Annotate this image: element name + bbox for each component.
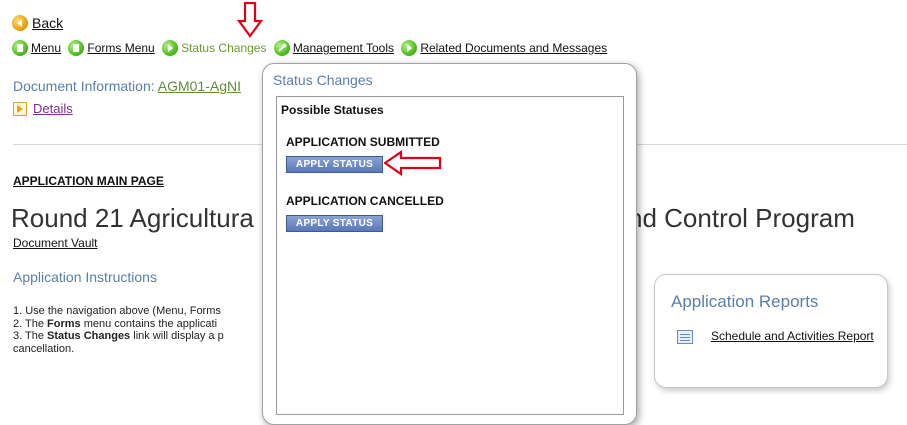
status-name-submitted: APPLICATION SUBMITTED [286, 135, 440, 149]
page-title-continued: nd Control Program [628, 203, 855, 233]
nav-item-menu[interactable]: Menu [12, 40, 61, 56]
navigation-bar: Menu Forms Menu Status Changes Managemen… [12, 40, 611, 56]
document-information: Document Information: AGM01-AgNI [13, 78, 241, 94]
possible-statuses-label: Possible Statuses [281, 103, 384, 117]
nav-item-management-tools[interactable]: Management Tools [273, 40, 394, 56]
nav-item-forms-menu[interactable]: Forms Menu [68, 40, 155, 56]
nav-item-label: Menu [31, 41, 62, 55]
report-link-label: Schedule and Activities Report [711, 329, 874, 343]
instruction-line: cancellation. [13, 342, 75, 355]
reports-title: Application Reports [671, 292, 819, 311]
instructions-text: 1. Use the navigation above (Menu, Forms… [13, 305, 224, 355]
instruction-line: 3. The Status Changes link will display … [13, 330, 224, 342]
annotation-left-arrow-icon [384, 150, 442, 176]
nav-item-related-documents[interactable]: Related Documents and Messages [401, 40, 607, 56]
instruction-line: 2. The Forms menu contains the applicati [13, 317, 218, 330]
application-reports-panel: Application Reports Schedule and Activit… [654, 274, 888, 388]
nav-item-label: Forms Menu [87, 41, 155, 55]
application-main-heading: APPLICATION MAIN PAGE [13, 174, 164, 188]
wrench-icon [273, 40, 290, 56]
back-link-label: Back [32, 15, 64, 32]
document-vault-link[interactable]: Document Vault [13, 236, 98, 250]
statuses-panel: Possible Statuses APPLICATION SUBMITTED … [276, 96, 624, 415]
document-information-label: Document Information: [13, 78, 155, 94]
arrow-right-icon [401, 40, 418, 56]
apply-status-submitted-button[interactable]: APPLY STATUS [286, 156, 383, 173]
back-link[interactable]: Back [12, 14, 64, 32]
page-title: Round 21 Agricultura [11, 203, 254, 233]
details-link-label: Details [33, 101, 73, 117]
nav-item-label: Related Documents and Messages [420, 41, 608, 55]
instruction-line: 1. Use the navigation above (Menu, Forms [13, 305, 221, 317]
nav-item-label: Management Tools [292, 41, 394, 55]
nav-item-label: Status Changes [181, 41, 267, 55]
apply-status-cancelled-button[interactable]: APPLY STATUS [286, 215, 383, 232]
nav-item-status-changes[interactable]: Status Changes [162, 40, 266, 56]
report-icon [677, 330, 693, 344]
document-icon [12, 40, 28, 56]
expand-arrow-icon [13, 101, 27, 116]
status-changes-popup: Status Changes Possible Statuses APPLICA… [262, 63, 637, 425]
instructions-heading: Application Instructions [13, 269, 157, 285]
document-icon [68, 40, 85, 56]
back-arrow-icon [12, 15, 28, 32]
status-name-cancelled: APPLICATION CANCELLED [286, 194, 444, 208]
arrow-right-icon [162, 40, 179, 56]
annotation-down-arrow-icon [237, 2, 263, 38]
document-id-link[interactable]: AGM01-AgNI [158, 78, 241, 94]
popup-title: Status Changes [273, 72, 373, 88]
details-link[interactable]: Details [13, 100, 73, 116]
